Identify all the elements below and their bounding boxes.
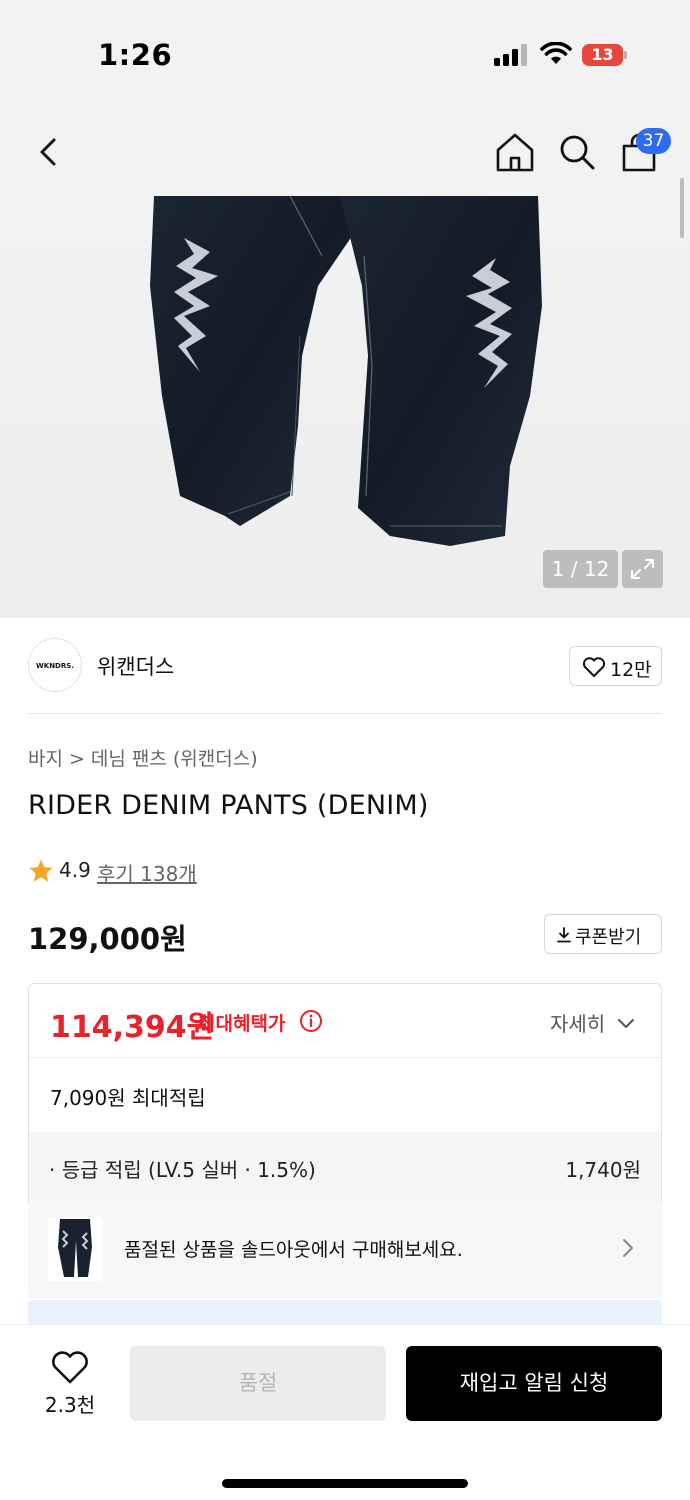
star-icon xyxy=(29,859,53,882)
home-icon[interactable] xyxy=(494,130,536,174)
soldout-banner[interactable]: 품절된 상품을 솔드아웃에서 구매해보세요. xyxy=(28,1200,662,1298)
grade-points-label: · 등급 적립 (LV.5 실버 · 1.5%) xyxy=(49,1158,316,1182)
status-bar: 1:26 13 xyxy=(0,0,690,110)
breadcrumb-subcategory[interactable]: 데님 팬츠 (위캔더스) xyxy=(91,748,258,770)
divider xyxy=(28,713,662,714)
coupon-label: 쿠폰받기 xyxy=(575,927,642,948)
expand-icon xyxy=(631,559,654,579)
divider xyxy=(29,1057,661,1058)
image-page-indicator: 1 / 12 xyxy=(543,550,618,588)
cart-count-badge: 37 xyxy=(636,128,671,154)
top-nav xyxy=(0,110,690,196)
chevron-down-icon[interactable] xyxy=(615,1012,637,1034)
review-count-link[interactable]: 후기 138개 xyxy=(97,858,197,887)
max-benefit-label: 최대혜택가 xyxy=(198,1013,286,1035)
max-points: 7,090원 최대적립 xyxy=(50,1086,206,1110)
info-icon[interactable] xyxy=(299,1009,323,1033)
battery-icon: 13 xyxy=(582,44,628,66)
product-image-gallery[interactable]: 1 / 12 xyxy=(0,196,690,618)
brand-like-count: 12만 xyxy=(610,659,652,681)
breadcrumb-category[interactable]: 바지 xyxy=(28,748,63,770)
product-price: 129,000원 xyxy=(28,922,187,956)
brand-name[interactable]: 위캔더스 xyxy=(97,651,174,681)
brand-logo[interactable]: WKNDRS. xyxy=(28,638,82,692)
wifi-icon xyxy=(540,42,572,64)
product-title: RIDER DENIM PANTS (DENIM) xyxy=(28,790,429,821)
max-benefit-price: 114,394원 xyxy=(50,1010,215,1045)
chevron-right-icon xyxy=(623,1239,633,1257)
home-indicator xyxy=(222,1479,468,1488)
benefit-detail-toggle[interactable]: 자세히 xyxy=(550,1008,605,1037)
brand-like-button[interactable]: 12만 xyxy=(569,646,662,686)
heart-icon xyxy=(52,1351,88,1384)
soldout-banner-text: 품절된 상품을 솔드아웃에서 구매해보세요. xyxy=(124,1239,463,1261)
battery-level: 13 xyxy=(591,45,614,64)
status-time: 1:26 xyxy=(98,38,173,72)
cellular-signal-icon xyxy=(494,44,527,66)
heart-icon xyxy=(582,657,606,677)
bottom-action-bar: 2.3천 품절 재입고 알림 신청 xyxy=(0,1324,690,1500)
wishlist-count: 2.3천 xyxy=(44,1393,96,1417)
soldout-product-thumbnail xyxy=(48,1217,102,1281)
search-icon[interactable] xyxy=(556,130,598,174)
rating-value: 4.9 xyxy=(59,858,91,882)
soldout-button: 품절 xyxy=(130,1346,386,1421)
restock-alert-button[interactable]: 재입고 알림 신청 xyxy=(406,1346,662,1421)
grade-points-value: 1,740원 xyxy=(565,1158,641,1182)
breadcrumb-separator: > xyxy=(68,748,85,770)
expand-image-button[interactable] xyxy=(622,550,663,588)
back-arrow-icon[interactable] xyxy=(28,132,68,172)
scrollbar[interactable] xyxy=(680,178,684,238)
breadcrumb: 바지 > 데님 팬츠 (위캔더스) xyxy=(28,744,258,771)
coupon-button[interactable]: 쿠폰받기 xyxy=(544,914,662,954)
wishlist-button[interactable]: 2.3천 xyxy=(30,1347,110,1421)
benefit-box: 114,394원 최대혜택가 자세히 7,090원 최대적립 · 등급 적립 (… xyxy=(28,983,662,1213)
download-icon xyxy=(557,927,571,943)
product-image xyxy=(150,196,542,546)
